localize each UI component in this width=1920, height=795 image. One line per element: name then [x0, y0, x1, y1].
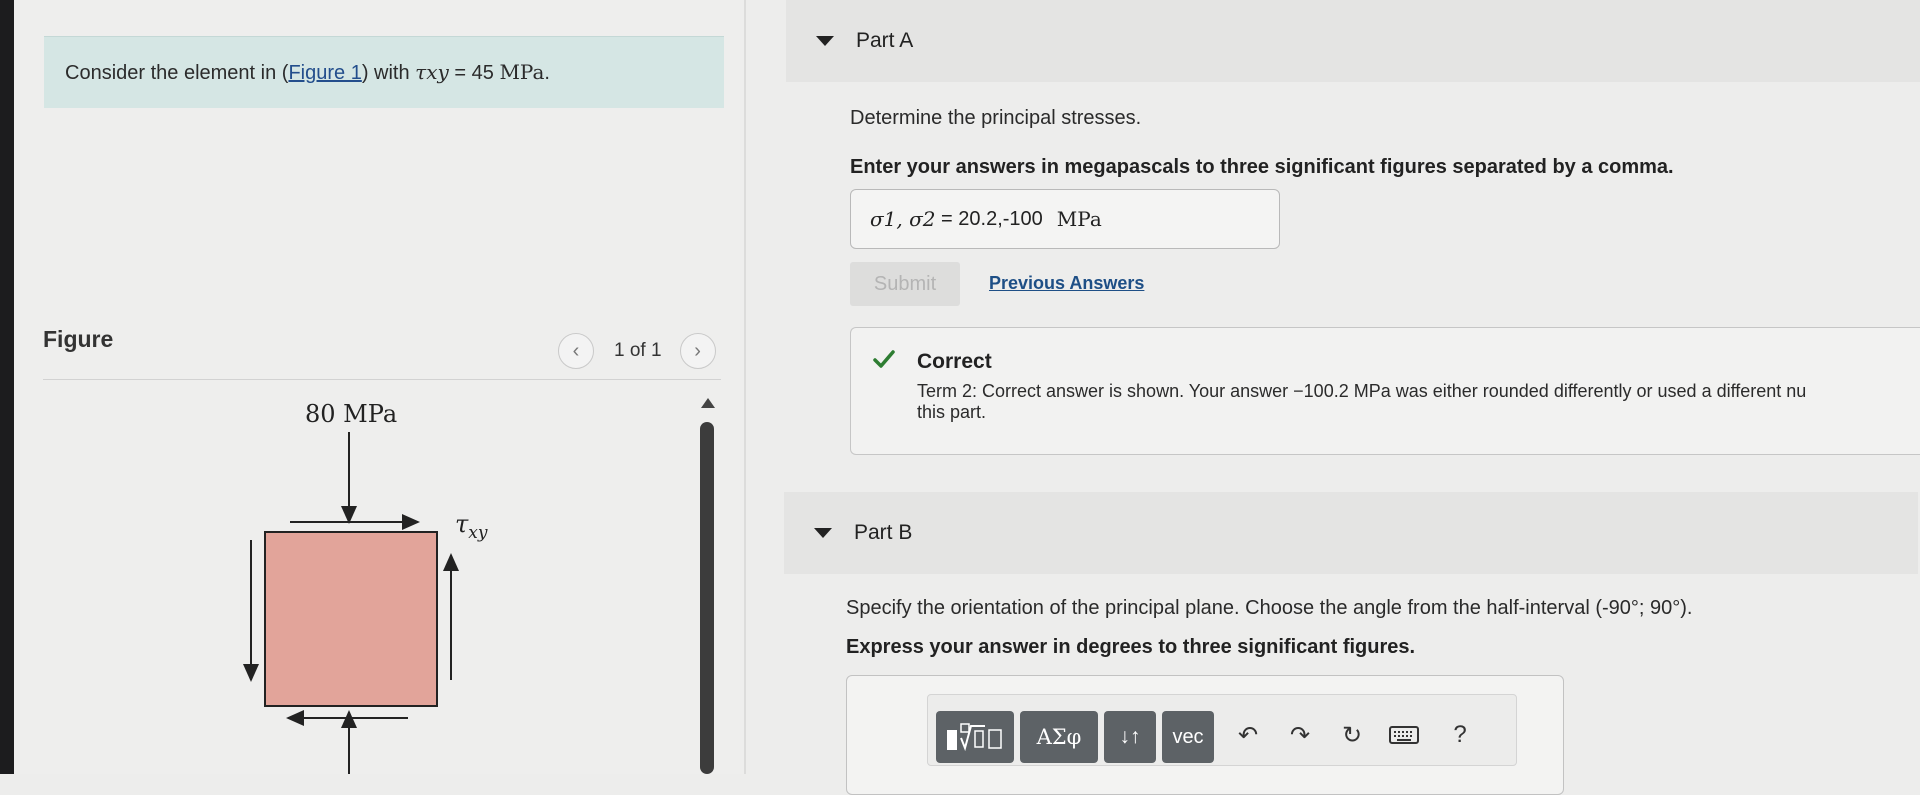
figure-pager: ‹ 1 of 1 › [558, 333, 716, 369]
tau-label: τxy [455, 510, 488, 543]
figure-heading: Figure [43, 326, 114, 352]
checkmark-icon [873, 350, 895, 368]
templates-icon [947, 723, 1002, 752]
caret-down-icon [814, 528, 832, 538]
stress-element-figure: 80 MPa τxy [243, 400, 488, 774]
stress-label: 80 MPa [305, 400, 397, 428]
figure-rule [43, 379, 721, 380]
scroll-up-arrow[interactable] [701, 398, 715, 408]
templates-button[interactable] [936, 711, 1014, 763]
keyboard-icon[interactable] [1384, 715, 1424, 755]
caret-down-icon [816, 36, 834, 46]
redo-icon[interactable]: ↷ [1280, 715, 1320, 755]
feedback-status: Correct [917, 350, 992, 373]
problem-unit: MPa [499, 60, 545, 84]
answer-equals: = [935, 207, 959, 230]
part-a-instruction: Enter your answers in megapascals to thr… [850, 156, 1674, 178]
part-b-question: Specify the orientation of the principal… [846, 597, 1693, 619]
problem-prefix: Consider the element in ( [65, 62, 289, 84]
help-button[interactable]: ? [1440, 715, 1480, 755]
figure-prev-button[interactable]: ‹ [558, 333, 594, 369]
submit-button[interactable]: Submit [850, 262, 960, 306]
problem-suffix: ) with [361, 62, 416, 84]
part-b-header[interactable]: Part B [784, 492, 1918, 574]
answer-unit: MPa [1056, 207, 1102, 231]
answer-value: 20.2,-100 [958, 207, 1043, 230]
screen-edge [0, 0, 14, 774]
part-a-answer-field[interactable]: σ1, σ2 = 20.2,-100 MPa [850, 189, 1280, 249]
part-b-title: Part B [854, 521, 913, 544]
reset-icon[interactable]: ↻ [1332, 715, 1372, 755]
right-pane: Part A Determine the principal stresses.… [746, 0, 1920, 795]
undo-icon[interactable]: ↶ [1228, 715, 1268, 755]
part-b-answer-area: ΑΣφ ↓↑ vec ↶ ↷ ↻ ? [846, 675, 1564, 795]
chevron-left-icon: ‹ [572, 339, 580, 362]
greek-symbols-button[interactable]: ΑΣφ [1020, 711, 1098, 763]
part-a-question: Determine the principal stresses. [850, 107, 1142, 129]
figure-link[interactable]: Figure 1 [288, 62, 361, 84]
stress-element [264, 531, 438, 707]
subscript-superscript-button[interactable]: ↓↑ [1104, 711, 1156, 763]
answer-label: σ1, σ2 [870, 207, 936, 231]
problem-statement: Consider the element in (Figure 1) with … [44, 36, 724, 108]
figure-counter: 1 of 1 [614, 340, 662, 361]
part-a-header[interactable]: Part A [786, 0, 1920, 82]
tau-symbol: τxy [415, 60, 449, 84]
figure-next-button[interactable]: › [679, 333, 716, 369]
problem-equals: = 45 [448, 62, 500, 84]
part-a-title: Part A [856, 29, 914, 52]
math-toolbar: ΑΣφ ↓↑ vec ↶ ↷ ↻ ? [927, 694, 1517, 766]
problem-period: . [544, 62, 550, 84]
feedback-text-2: this part. [917, 402, 987, 422]
figure-scrollbar-thumb[interactable] [700, 422, 714, 774]
vector-button[interactable]: vec [1162, 711, 1214, 763]
feedback-text: Term 2: Correct answer is shown. Your an… [917, 381, 1807, 401]
part-b-instruction: Express your answer in degrees to three … [846, 636, 1416, 658]
feedback-box: Correct Term 2: Correct answer is shown.… [850, 327, 1920, 455]
chevron-right-icon: › [694, 339, 701, 362]
previous-answers-link[interactable]: Previous Answers [989, 273, 1144, 294]
